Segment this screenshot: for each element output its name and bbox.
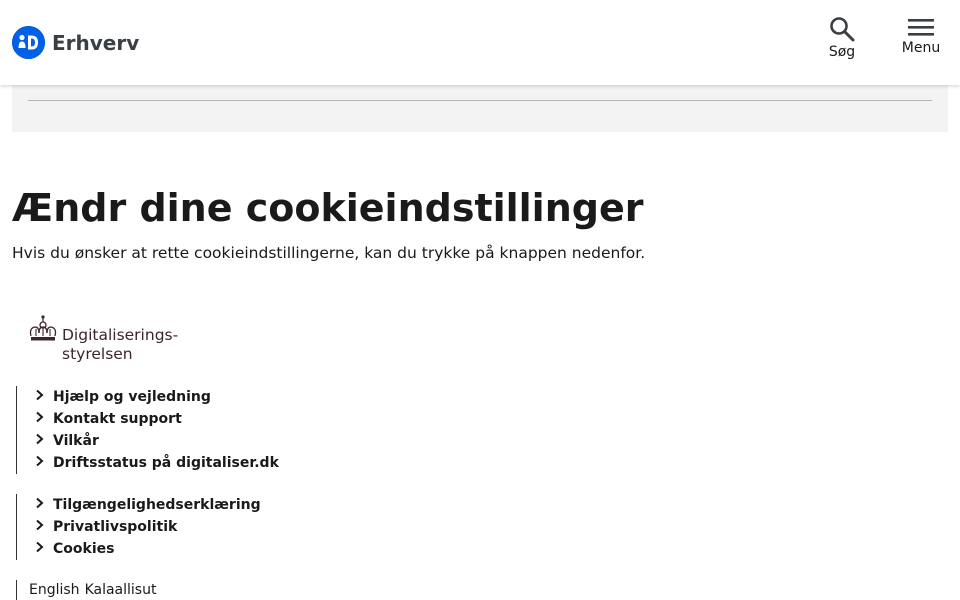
digitaliseringsstyrelsen-logo[interactable]: Digitaliserings- styrelsen (28, 314, 178, 364)
footer-link-accessibility[interactable]: Tilgængelighedserklæring (35, 494, 261, 516)
language-link-english[interactable]: English (29, 582, 80, 598)
footer-link-privacy[interactable]: Privatlivspolitik (35, 516, 261, 538)
org-name: Digitaliserings- styrelsen (62, 326, 178, 364)
crown-icon (29, 315, 57, 341)
org-name-line2: styrelsen (62, 345, 133, 363)
site-header: Erhverv Søg Menu (0, 0, 960, 85)
chevron-right-icon (35, 455, 53, 471)
menu-label: Menu (901, 40, 941, 56)
chevron-right-icon (35, 519, 53, 535)
logo-text: Erhverv (52, 30, 140, 55)
language-link-kalaallisut[interactable]: Kalaallisut (85, 582, 157, 598)
footer-link-label: Kontakt support (53, 411, 182, 427)
search-label: Søg (828, 44, 856, 60)
menu-button[interactable]: Menu (896, 16, 946, 56)
chevron-right-icon (35, 389, 53, 405)
footer-link-label: Vilkår (53, 433, 99, 449)
language-switcher: English Kalaallisut (16, 580, 161, 600)
collapsed-panel (12, 85, 948, 132)
footer-link-terms[interactable]: Vilkår (35, 430, 279, 452)
divider (28, 100, 932, 101)
footer-link-label: Driftsstatus på digitaliser.dk (53, 455, 279, 471)
footer-link-cookies[interactable]: Cookies (35, 538, 261, 560)
chevron-right-icon (35, 411, 53, 427)
footer-link-contact-support[interactable]: Kontakt support (35, 408, 279, 430)
mitid-logo-badge (12, 26, 45, 59)
footer-link-label: Cookies (53, 541, 115, 557)
footer-link-group-legal: Tilgængelighedserklæring Privatlivspolit… (16, 494, 261, 560)
page-description: Hvis du ønsker at rette cookieindstillin… (12, 244, 646, 262)
logo-mark-icon (12, 26, 45, 59)
page-title: Ændr dine cookieindstillinger (12, 186, 644, 230)
footer-link-help[interactable]: Hjælp og vejledning (35, 386, 279, 408)
footer-link-label: Tilgængelighedserklæring (53, 497, 261, 513)
chevron-right-icon (35, 497, 53, 513)
hamburger-menu-icon (908, 19, 934, 36)
footer-link-label: Privatlivspolitik (53, 519, 178, 535)
footer-link-group-help: Hjælp og vejledning Kontakt support Vilk… (16, 386, 279, 474)
footer-link-label: Hjælp og vejledning (53, 389, 211, 405)
search-button[interactable]: Søg (826, 16, 858, 60)
erhverv-logo-link[interactable]: Erhverv (12, 26, 139, 59)
footer-link-operating-status[interactable]: Driftsstatus på digitaliser.dk (35, 452, 279, 474)
org-name-line1: Digitaliserings- (62, 326, 179, 344)
chevron-right-icon (35, 433, 53, 449)
chevron-right-icon (35, 541, 53, 557)
search-icon (830, 17, 855, 42)
